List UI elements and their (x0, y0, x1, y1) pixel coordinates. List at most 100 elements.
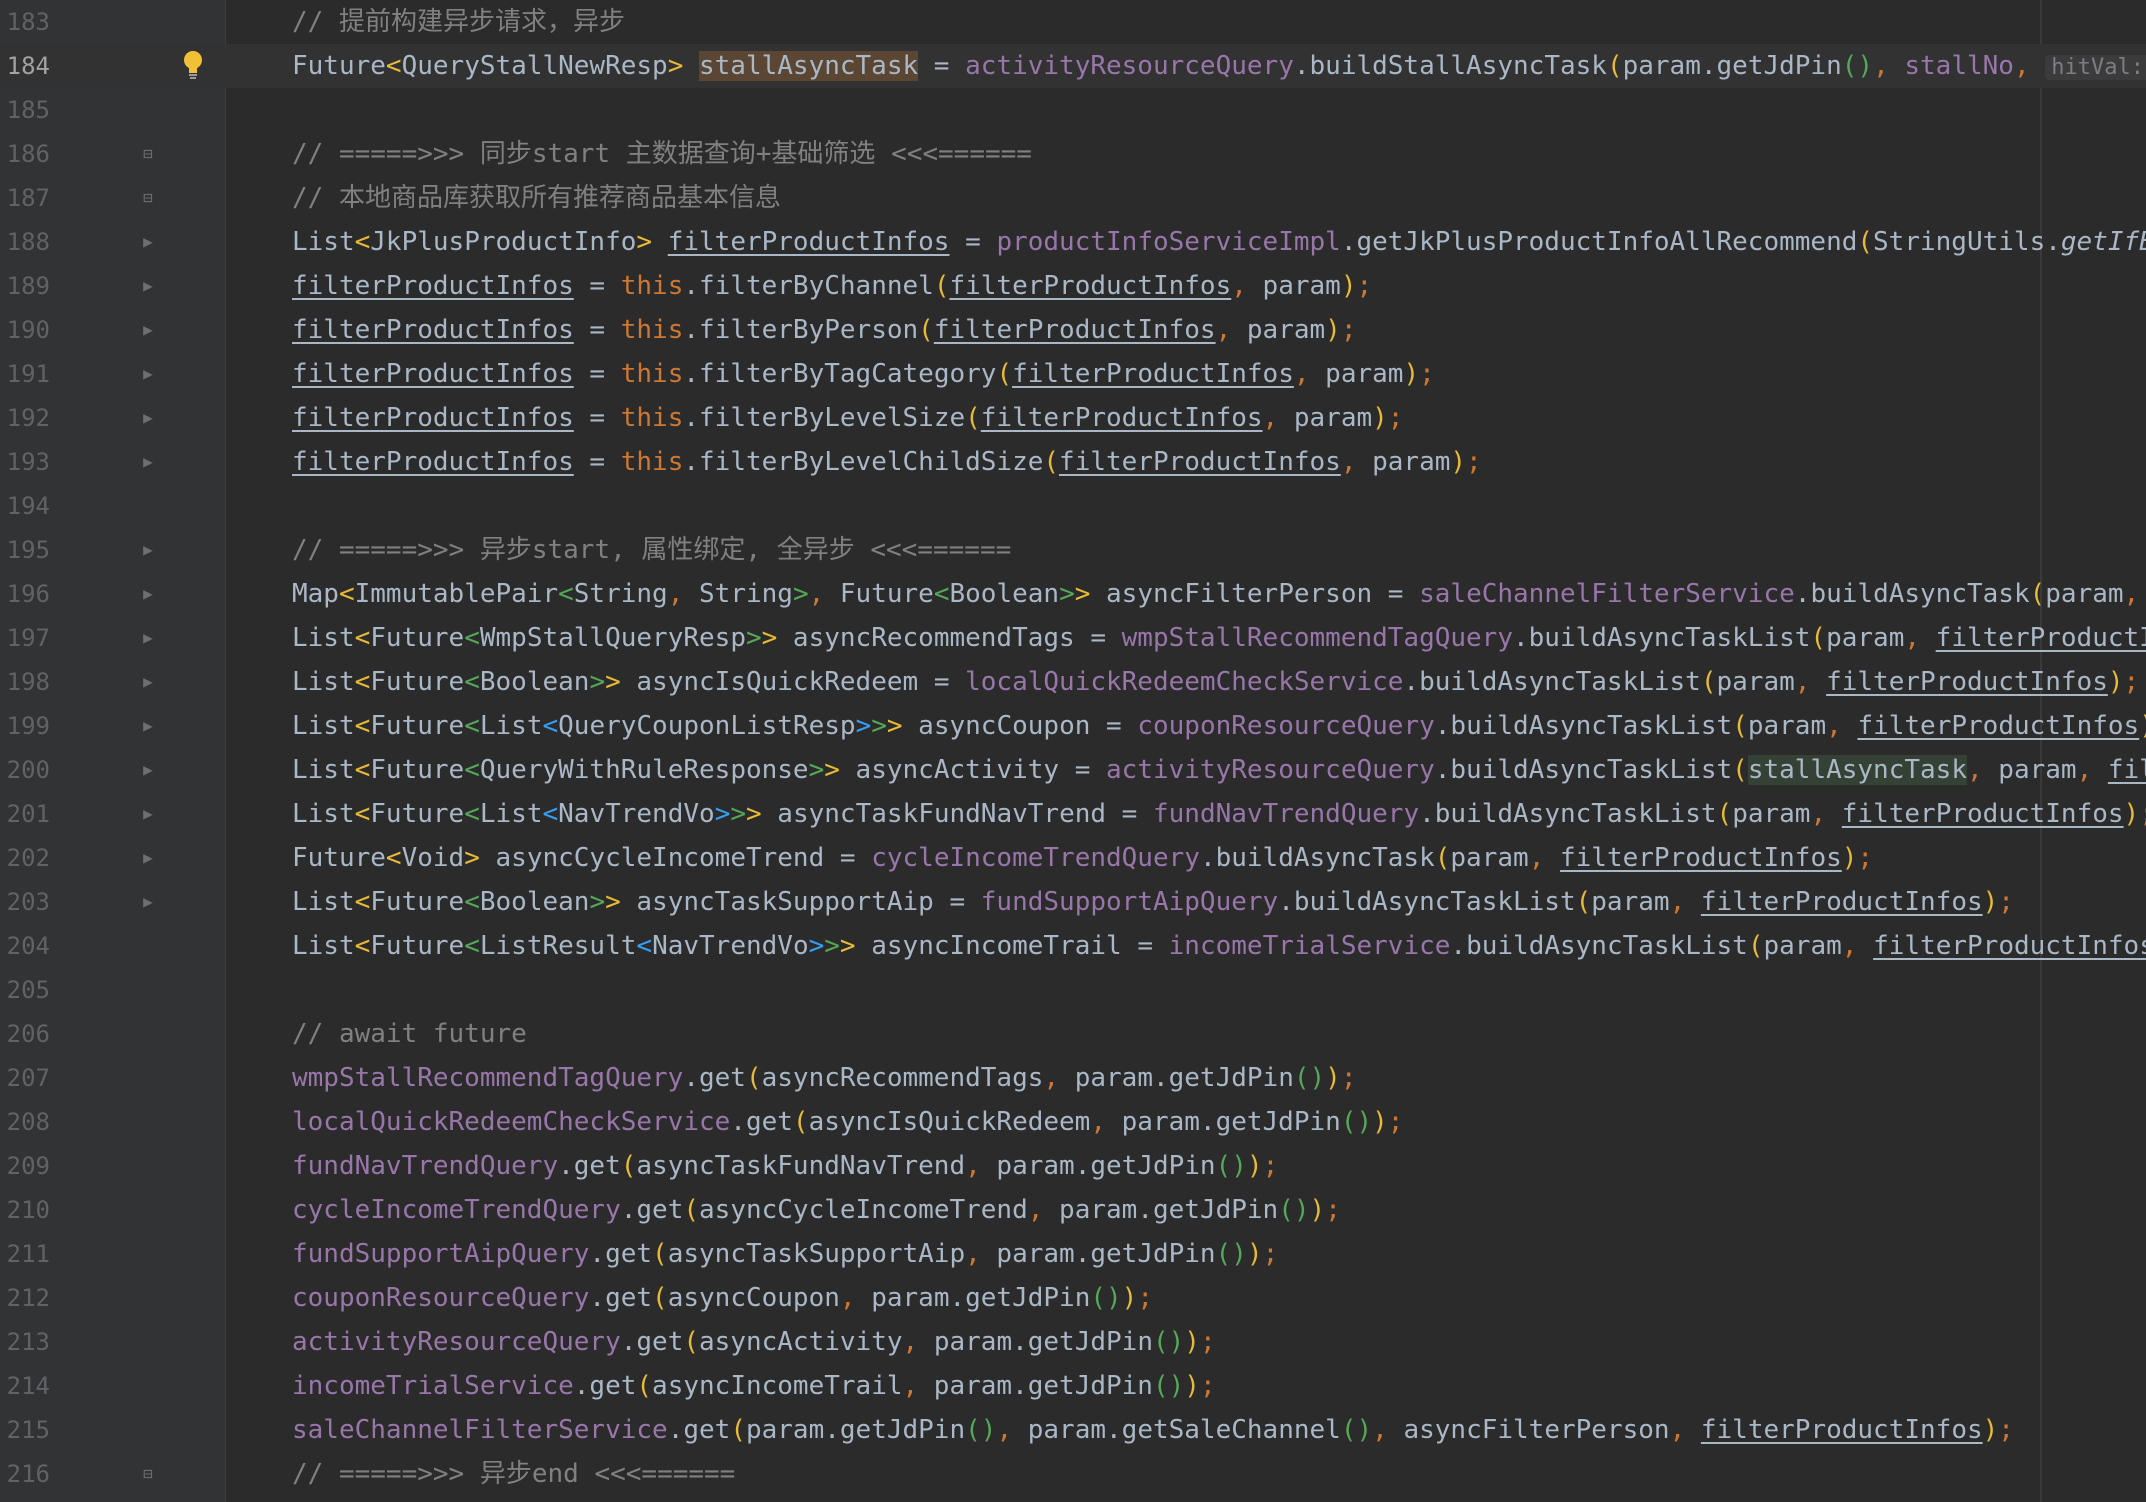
code-text[interactable]: couponResourceQuery.get(asyncCoupon, par… (292, 1276, 1153, 1320)
line-number[interactable]: 196 (0, 572, 50, 616)
code-line[interactable]: 183 // 提前构建异步请求，异步 (0, 0, 2146, 44)
code-line[interactable]: 185 (0, 88, 2146, 132)
code-line[interactable]: 202 ▶ Future<Void> asyncCycleIncomeTrend =… (0, 836, 2146, 880)
fold-arrow-icon[interactable]: ▶ (138, 308, 158, 352)
line-number[interactable]: 209 (0, 1144, 50, 1188)
code-line[interactable]: 197 ▶ List<Future<WmpStallQueryResp>> asyn… (0, 616, 2146, 660)
code-text[interactable]: List<Future<List<QueryCouponListResp>>> … (292, 704, 2146, 748)
fold-arrow-icon[interactable]: ▶ (138, 396, 158, 440)
code-text[interactable]: List<Future<ListResult<NavTrendVo>>> asy… (292, 924, 2146, 968)
line-number[interactable]: 216 (0, 1452, 50, 1496)
line-number[interactable]: 198 (0, 660, 50, 704)
line-number[interactable]: 185 (0, 88, 50, 132)
line-number[interactable]: 207 (0, 1056, 50, 1100)
code-line[interactable]: 194 (0, 484, 2146, 528)
code-text[interactable]: // 本地商品库获取所有推荐商品基本信息 (292, 176, 781, 220)
line-number[interactable]: 204 (0, 924, 50, 968)
fold-arrow-icon[interactable]: ▶ (138, 220, 158, 264)
code-line[interactable]: 214 incomeTrialService.get(asyncIncomeTra… (0, 1364, 2146, 1408)
code-line[interactable]: 189 ▶ filterProductInfos = this.filterByCh… (0, 264, 2146, 308)
fold-arrow-icon[interactable]: ▶ (138, 264, 158, 308)
line-number[interactable]: 202 (0, 836, 50, 880)
line-number[interactable]: 214 (0, 1364, 50, 1408)
code-text[interactable]: localQuickRedeemCheckService.get(asyncIs… (292, 1100, 1403, 1144)
code-text[interactable]: // =====>>> 同步start 主数据查询+基础筛选 <<<====== (292, 132, 1032, 176)
code-text[interactable]: filterProductInfos = this.filterByLevelC… (292, 440, 1482, 484)
code-text[interactable]: List<Future<Boolean>> asyncTaskSupportAi… (292, 880, 2014, 924)
code-line[interactable]: 207 wmpStallRecommendTagQuery.get(asyncRe… (0, 1056, 2146, 1100)
code-text[interactable]: fundNavTrendQuery.get(asyncTaskFundNavTr… (292, 1144, 1278, 1188)
fold-arrow-icon[interactable]: ▶ (138, 528, 158, 572)
code-text[interactable]: List<JkPlusProductInfo> filterProductInf… (292, 220, 2146, 264)
code-text[interactable]: // 提前构建异步请求，异步 (292, 0, 625, 44)
code-text[interactable]: filterProductInfos = this.filterByTagCat… (292, 352, 1435, 396)
line-number[interactable]: 186 (0, 132, 50, 176)
code-line[interactable]: 188 ▶ List<JkPlusProductInfo> filterProduc… (0, 220, 2146, 264)
code-text[interactable]: filterProductInfos = this.filterByPerson… (292, 308, 1356, 352)
line-number[interactable]: 193 (0, 440, 50, 484)
code-text[interactable]: fundSupportAipQuery.get(asyncTaskSupport… (292, 1232, 1278, 1276)
fold-arrow-icon[interactable]: ▶ (138, 440, 158, 484)
code-editor[interactable]: 183// 提前构建异步请求，异步 184 Future<QueryStallNew… (0, 0, 2146, 1502)
fold-arrow-icon[interactable]: ▶ (138, 704, 158, 748)
code-line[interactable]: 210 cycleIncomeTrendQuery.get(asyncCycleI… (0, 1188, 2146, 1232)
line-number[interactable]: 194 (0, 484, 50, 528)
fold-arrow-icon[interactable]: ▶ (138, 352, 158, 396)
fold-arrow-icon[interactable]: ▶ (138, 616, 158, 660)
fold-arrow-icon[interactable]: ▶ (138, 572, 158, 616)
fold-marker-icon[interactable]: ⊟ (138, 176, 158, 220)
code-line[interactable]: 191 ▶ filterProductInfos = this.filterByTa… (0, 352, 2146, 396)
code-text[interactable]: Map<ImmutablePair<String, String>, Futur… (292, 572, 2139, 616)
lightbulb-icon[interactable] (182, 46, 204, 84)
line-number[interactable]: 215 (0, 1408, 50, 1452)
line-number[interactable]: 213 (0, 1320, 50, 1364)
code-line[interactable]: 186 ⊟ // =====>>> 同步start 主数据查询+基础筛选 <<<==… (0, 132, 2146, 176)
fold-arrow-icon[interactable]: ▶ (138, 792, 158, 836)
line-number[interactable]: 195 (0, 528, 50, 572)
fold-arrow-icon[interactable]: ▶ (138, 880, 158, 924)
code-text[interactable]: List<Future<QueryWithRuleResponse>> asyn… (292, 748, 2146, 792)
line-number[interactable]: 183 (0, 0, 50, 44)
code-line[interactable]: 205 (0, 968, 2146, 1012)
code-line[interactable]: 190 ▶ filterProductInfos = this.filterByPe… (0, 308, 2146, 352)
code-line[interactable]: 196 ▶ Map<ImmutablePair<String, String>, F… (0, 572, 2146, 616)
fold-marker-icon[interactable]: ⊟ (138, 132, 158, 176)
code-text[interactable]: Future<Void> asyncCycleIncomeTrend = cyc… (292, 836, 1873, 880)
code-line[interactable]: 213 activityResourceQuery.get(asyncActivi… (0, 1320, 2146, 1364)
code-line[interactable]: 195 ▶ // =====>>> 异步start, 属性绑定, 全异步 <<<==… (0, 528, 2146, 572)
line-number[interactable]: 205 (0, 968, 50, 1012)
code-line[interactable]: 200 ▶ List<Future<QueryWithRuleResponse>> … (0, 748, 2146, 792)
line-number[interactable]: 203 (0, 880, 50, 924)
code-line[interactable]: 212 couponResourceQuery.get(asyncCoupon, … (0, 1276, 2146, 1320)
code-line[interactable]: 203 ▶ List<Future<Boolean>> asyncTaskSuppo… (0, 880, 2146, 924)
code-line[interactable]: 216 ⊟ // =====>>> 异步end <<<====== (0, 1452, 2146, 1496)
fold-arrow-icon[interactable]: ▶ (138, 836, 158, 880)
code-text[interactable]: // =====>>> 异步end <<<====== (292, 1452, 735, 1496)
line-number[interactable]: 184 (0, 44, 50, 88)
code-line[interactable]: 206 // await future (0, 1012, 2146, 1056)
code-line[interactable]: 193 ▶ filterProductInfos = this.filterByLe… (0, 440, 2146, 484)
code-text[interactable]: wmpStallRecommendTagQuery.get(asyncRecom… (292, 1056, 1356, 1100)
code-line[interactable]: 208 localQuickRedeemCheckService.get(asyn… (0, 1100, 2146, 1144)
line-number[interactable]: 188 (0, 220, 50, 264)
code-text[interactable]: List<Future<List<NavTrendVo>>> asyncTask… (292, 792, 2146, 836)
code-text[interactable]: activityResourceQuery.get(asyncActivity,… (292, 1320, 1216, 1364)
code-text[interactable]: // await future (292, 1012, 527, 1056)
code-text[interactable]: incomeTrialService.get(asyncIncomeTrail,… (292, 1364, 1216, 1408)
line-number[interactable]: 191 (0, 352, 50, 396)
line-number[interactable]: 189 (0, 264, 50, 308)
line-number[interactable]: 201 (0, 792, 50, 836)
code-line[interactable]: 187 ⊟ // 本地商品库获取所有推荐商品基本信息 (0, 176, 2146, 220)
code-line[interactable]: 204 List<Future<ListResult<NavTrendVo>>> … (0, 924, 2146, 968)
line-number[interactable]: 199 (0, 704, 50, 748)
code-text[interactable]: saleChannelFilterService.get(param.getJd… (292, 1408, 2014, 1452)
code-line[interactable]: 201 ▶ List<Future<List<NavTrendVo>>> async… (0, 792, 2146, 836)
line-number[interactable]: 190 (0, 308, 50, 352)
fold-arrow-icon[interactable]: ▶ (138, 748, 158, 792)
code-line[interactable]: 199 ▶ List<Future<List<QueryCouponListResp… (0, 704, 2146, 748)
fold-marker-icon[interactable]: ⊟ (138, 1452, 158, 1496)
line-number[interactable]: 200 (0, 748, 50, 792)
code-text[interactable]: List<Future<WmpStallQueryResp>> asyncRec… (292, 616, 2146, 660)
code-text[interactable]: filterProductInfos = this.filterByLevelS… (292, 396, 1403, 440)
line-number[interactable]: 212 (0, 1276, 50, 1320)
